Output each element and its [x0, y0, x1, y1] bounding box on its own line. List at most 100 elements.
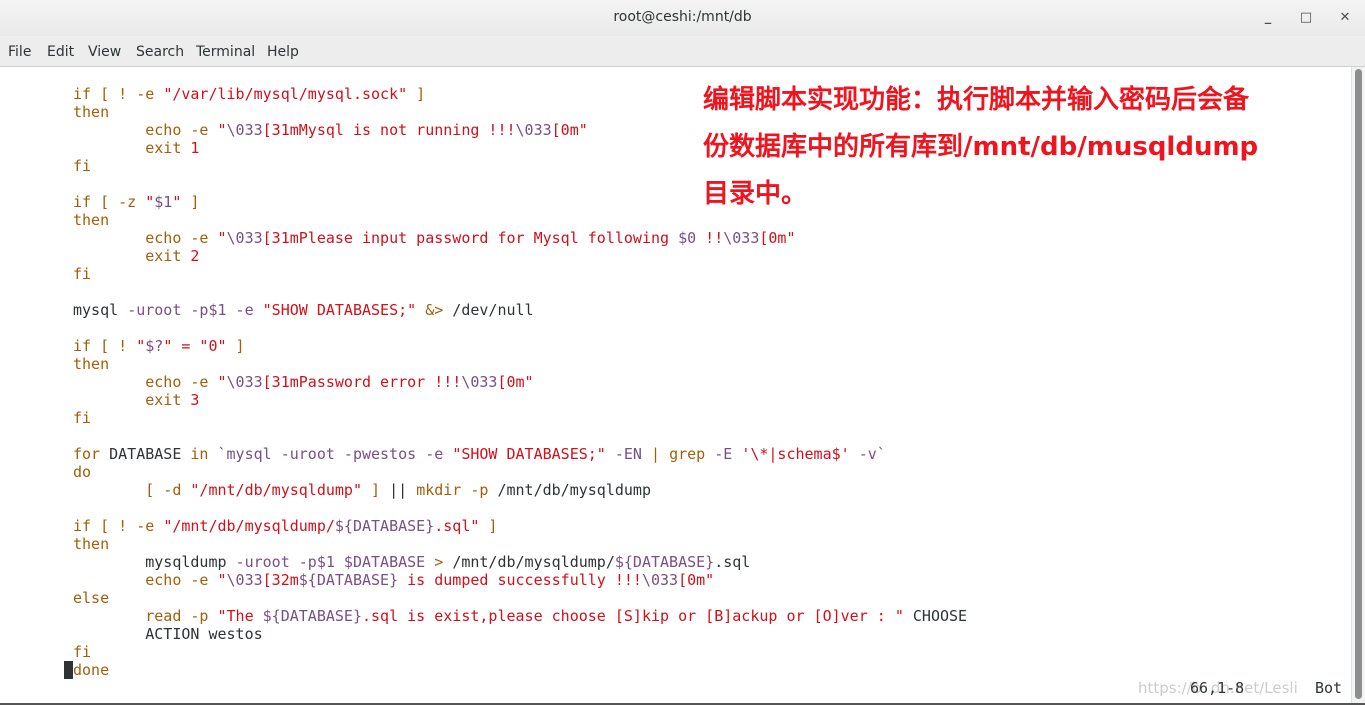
code-token: \033	[723, 229, 760, 247]
code-token: \033	[226, 571, 263, 589]
code-token: $?	[145, 337, 164, 355]
code-line: then	[73, 535, 967, 553]
code-token: exit	[73, 391, 191, 409]
code-token: `mysql -uroot -pwestos -e	[217, 445, 453, 463]
code-token: \033	[515, 121, 552, 139]
code-token: then	[73, 355, 110, 373]
annotation-line: 目录中。	[703, 179, 808, 209]
code-line: if [ ! -e "/mnt/db/mysqldump/${DATABASE}…	[73, 517, 967, 535]
code-token: -E	[714, 445, 742, 463]
code-token: if [ -z	[73, 193, 146, 211]
code-token: in	[190, 445, 218, 463]
code-line: exit 3	[73, 391, 967, 409]
code-token: \033	[226, 121, 263, 139]
code-token: mysqldump	[73, 553, 236, 571]
code-token: ]	[181, 193, 200, 211]
code-token: ||	[389, 481, 417, 499]
code-token: "/mnt/db/mysqldump/	[163, 517, 335, 535]
code-token: if [ ! -e	[73, 517, 164, 535]
code-token: then	[73, 211, 110, 229]
code-line: fi	[73, 265, 967, 283]
code-token: then	[73, 103, 110, 121]
code-token: then	[73, 535, 110, 553]
annotation-note: 编辑脚本实现功能：执行脚本并输入密码后会备 份数据库中的所有库到/mnt/db/…	[703, 77, 1258, 218]
window-title: root@ceshi:/mnt/db	[613, 9, 752, 25]
code-token: !!	[696, 229, 724, 247]
code-token: echo -e	[73, 571, 218, 589]
code-token: ACTION westos	[73, 625, 263, 643]
cursor-position: 66,1-8	[1190, 679, 1245, 697]
code-token: else	[73, 589, 110, 607]
code-token: /mnt/db/mysqldump	[497, 481, 651, 499]
code-token: /dev/null	[443, 301, 534, 319]
code-token: echo -e	[73, 121, 218, 139]
code-token: |	[651, 445, 670, 463]
code-line: [ -d "/mnt/db/mysqldump" ] || mkdir -p /…	[73, 481, 967, 499]
code-token: ${DATABASE}	[614, 553, 715, 571]
code-token: 3	[190, 391, 200, 409]
code-token: /mnt/db/mysqldump/	[452, 553, 615, 571]
code-token: "The	[217, 607, 263, 625]
scrollbar-thumb[interactable]	[1355, 69, 1362, 699]
code-token: do	[73, 463, 92, 481]
code-token: "	[217, 121, 227, 139]
menu-terminal[interactable]: Terminal	[196, 44, 255, 60]
code-token: .sql"	[434, 517, 480, 535]
code-token: \033	[226, 229, 263, 247]
code-token: \033	[226, 373, 263, 391]
code-line: echo -e "\033[32m${DATABASE} is dumped s…	[73, 571, 967, 589]
code-token: [31mMysql is not running !!!	[262, 121, 516, 139]
code-token: ${DATABASE}	[334, 517, 435, 535]
code-token: -uroot -p$1 -e	[127, 301, 263, 319]
code-token: CHOOSE	[903, 607, 968, 625]
code-token: >	[434, 553, 453, 571]
code-token: "	[217, 373, 227, 391]
code-token: -uroot -p$1 $DATABASE	[235, 553, 435, 571]
minimize-button[interactable]: _	[1258, 8, 1278, 28]
code-token: ]	[407, 85, 426, 103]
code-token: exit	[73, 139, 191, 157]
code-line: fi	[73, 409, 967, 427]
scrollbar[interactable]	[1351, 67, 1365, 703]
code-token: -v`	[849, 445, 886, 463]
code-token: read -p	[73, 607, 218, 625]
code-token: .sql	[714, 553, 751, 571]
close-button[interactable]: ✕	[1335, 8, 1355, 28]
code-line: for DATABASE in `mysql -uroot -pwestos -…	[73, 445, 967, 463]
code-token: 2	[190, 247, 200, 265]
maximize-button[interactable]: □	[1296, 8, 1316, 28]
code-token: fi	[73, 157, 92, 175]
code-token: [31mPassword error !!!	[262, 373, 462, 391]
code-token: "SHOW DATABASES;"	[452, 445, 606, 463]
code-token: done	[73, 661, 110, 679]
code-line: exit 2	[73, 247, 967, 265]
annotation-line: 编辑脚本实现功能：执行脚本并输入密码后会备	[703, 85, 1250, 115]
code-token: ${DATABASE}	[298, 571, 399, 589]
terminal-area[interactable]: if [ ! -e "/var/lib/mysql/mysql.sock" ] t…	[0, 67, 1352, 703]
menu-search[interactable]: Search	[136, 44, 184, 60]
code-token: DATABASE	[109, 445, 191, 463]
title-bar: root@ceshi:/mnt/db _ □ ✕	[0, 0, 1365, 36]
code-line: else	[73, 589, 967, 607]
code-token: -EN	[605, 445, 651, 463]
code-token: for	[73, 445, 110, 463]
code-token: "/mnt/db/mysqldump"	[190, 481, 362, 499]
menu-file[interactable]: File	[8, 44, 31, 60]
code-line: if [ ! "$?" = "0" ]	[73, 337, 967, 355]
code-token: 1	[190, 139, 200, 157]
code-token: echo -e	[73, 229, 218, 247]
code-token: grep	[669, 445, 715, 463]
code-token: fi	[73, 265, 92, 283]
menu-help[interactable]: Help	[267, 44, 299, 60]
menu-edit[interactable]: Edit	[47, 44, 74, 60]
code-token: echo -e	[73, 373, 218, 391]
code-token: "	[217, 229, 227, 247]
code-token: ]	[226, 337, 245, 355]
code-token: "	[145, 193, 155, 211]
text-cursor	[64, 661, 73, 679]
menu-view[interactable]: View	[88, 44, 121, 60]
